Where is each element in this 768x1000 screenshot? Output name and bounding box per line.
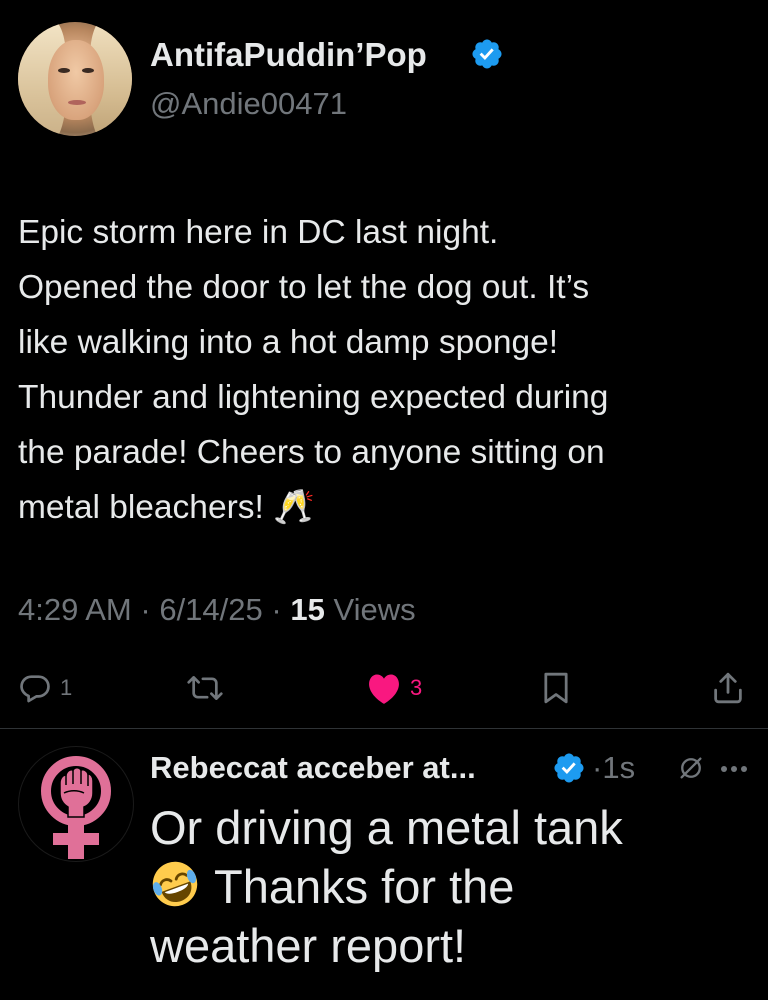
tweet-meta: 4:29 AM · 6/14/25 · 15 Views bbox=[18, 592, 416, 628]
bookmark-button[interactable] bbox=[540, 668, 572, 708]
author-display-name[interactable]: AntifaPuddin’Pop bbox=[150, 36, 427, 74]
reply-text-fragment: Thanks for the bbox=[214, 860, 515, 913]
like-button[interactable]: 3 bbox=[366, 668, 422, 708]
reply-text: Or driving a metal tank Thanks for the w… bbox=[150, 798, 750, 975]
more-icon[interactable] bbox=[720, 764, 748, 774]
reply-time[interactable]: ·1s bbox=[592, 750, 635, 786]
reply-text-line: weather report! bbox=[150, 919, 467, 972]
share-icon bbox=[714, 672, 742, 704]
laughing-emoji bbox=[152, 861, 198, 907]
author-avatar[interactable] bbox=[18, 22, 132, 136]
heart-icon bbox=[369, 674, 399, 704]
reply-text-line: Or driving a metal tank bbox=[150, 801, 623, 854]
meta-separator: · bbox=[271, 592, 282, 627]
divider bbox=[0, 728, 768, 729]
tweet-time[interactable]: 4:29 AM bbox=[18, 592, 132, 627]
feminist-fist-icon bbox=[41, 756, 111, 859]
meta-separator: · bbox=[140, 592, 151, 627]
reply-button[interactable]: 1 bbox=[18, 668, 72, 708]
retweet-button[interactable] bbox=[186, 668, 224, 708]
views-count: 15 bbox=[290, 592, 325, 627]
bookmark-icon bbox=[544, 672, 568, 704]
verified-badge-icon bbox=[554, 753, 584, 783]
grok-icon[interactable] bbox=[677, 754, 705, 782]
avatar-face bbox=[48, 40, 104, 120]
tweet-text: Epic storm here in DC last night. Opened… bbox=[18, 205, 758, 535]
tweet-text-line: metal bleachers! 🥂 bbox=[18, 489, 315, 526]
tweet-text-line: Opened the door to let the dog out. It’s bbox=[18, 269, 590, 306]
retweet-icon bbox=[187, 676, 223, 700]
share-button[interactable] bbox=[712, 668, 744, 708]
avatar-eye bbox=[82, 68, 94, 73]
avatar-eye bbox=[58, 68, 70, 73]
reply-author-name[interactable]: Rebeccat acceber at... bbox=[150, 750, 476, 786]
reply-icon bbox=[20, 675, 50, 703]
meta-separator: · bbox=[592, 750, 603, 785]
author-handle[interactable]: @Andie00471 bbox=[150, 86, 347, 122]
avatar-mouth bbox=[68, 100, 86, 105]
tweet-text-line: Thunder and lightening expected during bbox=[18, 379, 609, 416]
reply-author-avatar[interactable] bbox=[18, 746, 134, 862]
verified-badge-icon bbox=[472, 39, 502, 69]
reply-count: 1 bbox=[60, 675, 73, 700]
like-count: 3 bbox=[410, 675, 423, 700]
tweet-text-line: like walking into a hot damp sponge! bbox=[18, 324, 559, 361]
tweet-date[interactable]: 6/14/25 bbox=[159, 592, 262, 627]
tweet-text-line: Epic storm here in DC last night. bbox=[18, 214, 499, 251]
reply-timestamp: 1s bbox=[602, 750, 636, 785]
reply-text-line: Thanks for the bbox=[150, 857, 750, 916]
views-label: Views bbox=[333, 592, 416, 627]
tweet-text-line: the parade! Cheers to anyone sitting on bbox=[18, 434, 605, 471]
